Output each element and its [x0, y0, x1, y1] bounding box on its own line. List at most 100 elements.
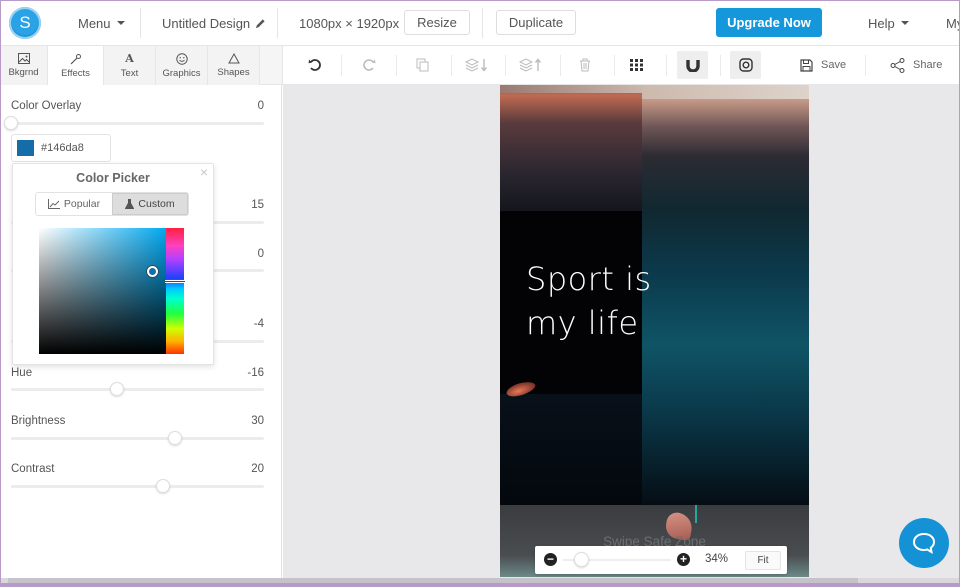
tab-shapes[interactable]: Shapes — [208, 46, 260, 85]
magnet-icon — [685, 59, 700, 72]
triangle-icon — [227, 53, 240, 64]
brightness-slider[interactable] — [11, 431, 264, 445]
undo-button[interactable] — [305, 51, 325, 79]
text-icon: A — [125, 51, 134, 65]
duplicate-button[interactable]: Duplicate — [496, 10, 576, 35]
tab-custom-label: Custom — [138, 198, 175, 210]
sidebar-tabs: Bkgrnd Effects A Text Graphics Shapes — [0, 46, 282, 86]
tab-effects[interactable]: Effects — [48, 46, 104, 86]
dimensions-label: 1080px × 1920px — [299, 15, 400, 31]
tab-label: Effects — [61, 68, 90, 79]
hue-strip[interactable] — [165, 228, 185, 354]
zoom-value: 34% — [705, 553, 729, 565]
snap-toggle[interactable] — [677, 51, 708, 79]
photo-left-bottom[interactable] — [500, 394, 642, 505]
overlay-color-field[interactable]: #146da8 — [11, 134, 111, 162]
color-overlay-label: Color Overlay — [11, 100, 82, 112]
design-text[interactable]: Sport is my life — [526, 257, 652, 345]
slider-value: 0 — [257, 248, 264, 260]
divider — [396, 55, 397, 76]
slider-value: -4 — [253, 318, 264, 330]
line-chart-icon — [47, 199, 60, 209]
tab-graphics[interactable]: Graphics — [156, 46, 208, 85]
hue-label: Hue — [11, 367, 33, 379]
zoom-out-button[interactable]: − — [544, 553, 557, 566]
photo-right-water[interactable] — [642, 85, 809, 505]
design-title[interactable]: Untitled Design — [162, 0, 266, 46]
copy-button[interactable] — [413, 51, 433, 79]
upgrade-now-button[interactable]: Upgrade Now — [716, 8, 822, 37]
color-selector-handle[interactable] — [147, 266, 158, 277]
instagram-button[interactable] — [730, 51, 761, 79]
save-button[interactable]: Save — [800, 51, 846, 79]
slider-thumb[interactable] — [168, 431, 183, 445]
copy-icon — [416, 58, 429, 72]
contrast-value: 20 — [251, 463, 264, 475]
tab-background[interactable]: Bkgrnd — [0, 46, 48, 85]
help-menu[interactable]: Help — [868, 0, 909, 46]
color-picker-title: Color Picker — [76, 171, 150, 185]
slider-thumb[interactable] — [4, 116, 18, 130]
horizontal-scrollbar[interactable] — [0, 578, 960, 583]
save-icon — [800, 58, 813, 72]
editor-toolbar: Save Share — [282, 46, 960, 85]
diver-line — [695, 505, 697, 523]
divider — [865, 55, 866, 76]
tab-custom[interactable]: Custom — [112, 193, 188, 215]
divider — [277, 8, 278, 38]
resize-button[interactable]: Resize — [404, 10, 470, 35]
hue-handle[interactable] — [165, 280, 185, 283]
bring-forward-button[interactable] — [518, 51, 544, 79]
design-canvas[interactable]: Sport is my life Swipe Safe Zone — [500, 85, 809, 577]
plus-icon: + — [679, 552, 687, 566]
tab-text[interactable]: A Text — [104, 46, 156, 85]
app-logo[interactable]: S — [9, 7, 41, 39]
caret-down-icon — [116, 21, 125, 25]
contrast-slider[interactable] — [11, 479, 264, 493]
close-icon[interactable]: × — [200, 164, 208, 180]
zoom-in-button[interactable]: + — [677, 553, 690, 566]
slider-thumb[interactable] — [110, 382, 125, 396]
smiley-icon — [175, 52, 188, 65]
divider — [720, 55, 721, 76]
share-button[interactable]: Share — [890, 51, 942, 79]
hue-value: -16 — [247, 367, 264, 379]
help-label: Help — [868, 15, 895, 31]
slider-thumb[interactable] — [155, 479, 170, 493]
divider — [140, 8, 141, 38]
contrast-label: Contrast — [11, 463, 55, 475]
divider — [614, 55, 615, 76]
grid-icon — [630, 59, 643, 71]
share-label: Share — [913, 59, 943, 71]
menu-label: Menu — [78, 15, 111, 31]
logo-letter: S — [19, 13, 31, 32]
divider — [666, 55, 667, 76]
delete-button[interactable] — [575, 51, 595, 79]
color-overlay-slider[interactable] — [4, 116, 264, 130]
instagram-icon — [738, 58, 753, 72]
account-menu[interactable]: My — [946, 0, 960, 46]
hue-slider[interactable] — [11, 382, 264, 396]
menu-button[interactable]: Menu — [78, 0, 125, 46]
zoom-slider-thumb[interactable] — [573, 552, 589, 567]
image-icon — [17, 53, 30, 64]
zoom-control: − + 34% Fit — [535, 546, 787, 574]
slider-value: 15 — [251, 199, 264, 211]
brightness-label: Brightness — [11, 415, 66, 427]
fit-button[interactable]: Fit — [745, 551, 781, 570]
photo-left-top[interactable] — [500, 85, 642, 211]
send-backward-button[interactable] — [464, 51, 490, 79]
scrollbar-thumb[interactable] — [8, 578, 858, 583]
saturation-value-area[interactable] — [39, 228, 167, 354]
chat-button[interactable] — [899, 518, 949, 568]
divider — [482, 8, 483, 38]
divider — [451, 55, 452, 76]
grid-button[interactable] — [627, 51, 647, 79]
tab-popular[interactable]: Popular — [36, 193, 112, 215]
divider — [505, 55, 506, 76]
flask-icon — [125, 199, 135, 209]
undo-icon — [308, 59, 321, 71]
redo-button[interactable] — [359, 51, 379, 79]
tab-popular-label: Popular — [63, 198, 101, 210]
redo-icon — [363, 59, 376, 71]
